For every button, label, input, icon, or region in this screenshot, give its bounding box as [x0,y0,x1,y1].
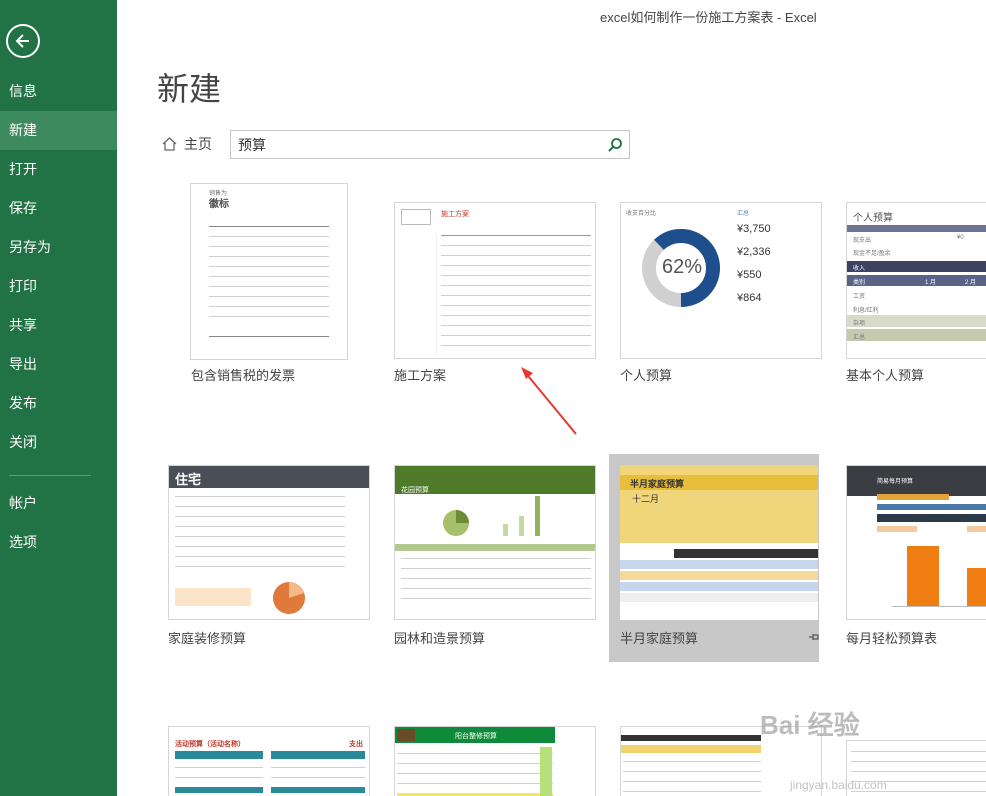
nav-options[interactable]: 选项 [0,523,117,562]
thumb-value: ¥3,750 [737,223,771,235]
template-label: 个人预算 [620,368,673,383]
template-thumbnail: 个人预算 现支出 ¥0 现金不足/盈余 收入 类别 1 月 2 月 工资 利息/… [846,202,986,359]
template-label: 家庭装修预算 [168,631,247,646]
nav-save-as[interactable]: 另存为 [0,228,117,267]
thumb-title: 花园预算 [401,487,429,494]
nav-divider [9,475,91,476]
back-arrow-icon [15,34,29,48]
thumb-title: 阳台整修预算 [455,733,497,740]
thumb-title: 活动预算（活动名称） [175,741,245,748]
thumb-header: 收支百分比 [626,211,657,217]
template-thumbnail: 施工方案 [394,202,596,359]
nav-export[interactable]: 导出 [0,345,117,384]
nav-open[interactable]: 打开 [0,150,117,189]
pie-chart [443,510,469,536]
thumb-title: 住宅 [175,472,202,487]
home-label: 主页 [184,136,212,152]
thumb-month: 2 月 [965,280,977,286]
nav-save[interactable]: 保存 [0,189,117,228]
red-arrow-icon [521,367,577,435]
thumb-row: 类别 [853,280,866,286]
nav-new[interactable]: 新建 [0,111,117,150]
template-label: 包含销售税的发票 [191,368,296,383]
pin-icon[interactable] [808,631,820,643]
thumb-row: 利息/红利 [853,308,879,314]
watermark-url: jingyan.baidu.com [790,778,887,792]
nav-share[interactable]: 共享 [0,306,117,345]
thumb-row: 工资 [853,294,866,300]
thumb-subtitle: 徽标 [209,199,229,210]
thumb-value: ¥550 [737,269,762,281]
pie-chart [273,582,305,614]
thumb-zero: ¥0 [957,235,964,241]
thumb-title: 简易每月预算 [877,479,914,485]
watermark: Bai 经验 [760,710,860,740]
back-button[interactable] [6,24,40,58]
nav-info[interactable]: 信息 [0,72,117,111]
template-label: 园林和造景预算 [394,631,486,646]
thumb-value: ¥2,336 [737,246,771,258]
template-thumbnail: 销售为 徽标 [191,184,347,359]
template-thumbnail: 住宅 [168,465,370,620]
template-label: 基本个人预算 [846,368,925,383]
thumb-row: 杂项 [853,321,866,327]
template-label: 每月轻松预算表 [846,631,938,646]
template-thumbnail: 收支百分比 62% 汇总 ¥3,750 ¥2,336 ¥550 ¥864 [620,202,822,359]
nav-account[interactable]: 帐户 [0,484,117,523]
backstage-sidebar: 信息 新建 打开 保存 另存为 打印 共享 导出 发布 关闭 帐户 选项 [0,0,117,796]
home-link[interactable]: 主页 [161,133,212,155]
thumb-value: ¥864 [737,292,762,304]
template-thumbnail: 花园预算 [394,465,596,620]
donut-percent: 62% [662,256,703,278]
thumb-title: 施工方案 [441,211,469,218]
thumb-row: 收入 [853,266,866,272]
template-label: 施工方案 [394,368,447,383]
search-input[interactable] [231,131,591,158]
thumb-month: 十二月 [632,494,660,504]
thumb-title: 个人预算 [853,213,893,224]
home-icon [162,137,177,151]
thumb-row: 现金不足/盈余 [853,251,891,257]
template-thumbnail: 半月家庭预算 十二月 [620,465,818,620]
nav-close[interactable]: 关闭 [0,423,117,462]
search-icon[interactable] [607,137,623,153]
nav-publish[interactable]: 发布 [0,384,117,423]
search-box [230,130,630,159]
thumb-month: 1 月 [925,280,937,286]
template-thumbnail: 活动预算（活动名称） 支出 [168,726,370,796]
template-label: 半月家庭预算 [620,631,699,646]
page-title: 新建 [157,70,222,108]
window-title: excel如何制作一份施工方案表 - Excel [600,10,817,25]
nav-print[interactable]: 打印 [0,267,117,306]
thumb-right-label: 支出 [349,741,363,748]
thumb-row: 汇总 [853,335,866,341]
template-thumbnail: 阳台整修预算 [394,726,596,796]
template-thumbnail: 简易每月预算 [846,465,986,620]
thumb-summary: 汇总 [737,211,750,217]
thumb-row: 现支出 [853,238,872,244]
thumb-title: 半月家庭预算 [630,479,685,489]
